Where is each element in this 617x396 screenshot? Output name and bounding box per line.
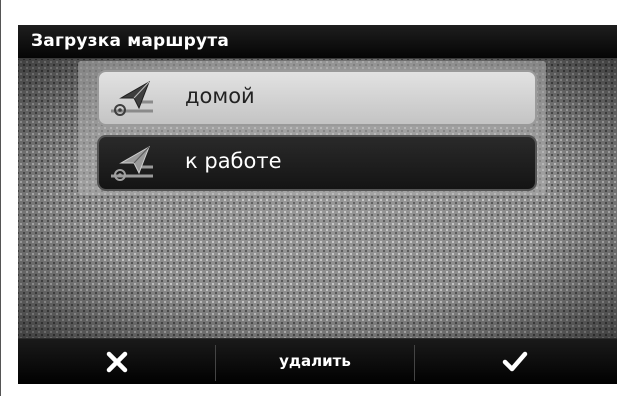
device-screen: Загрузка маршрута домой к работе удалить	[18, 25, 617, 384]
page-title: Загрузка маршрута	[31, 31, 230, 51]
checkmark-icon	[502, 351, 528, 372]
route-flag-icon	[111, 145, 153, 181]
route-item-work[interactable]: к работе	[97, 135, 537, 191]
route-item-label: к работе	[185, 149, 282, 173]
delete-button[interactable]: удалить	[216, 339, 414, 384]
title-bar: Загрузка маршрута	[18, 25, 617, 59]
route-item-home[interactable]: домой	[97, 70, 537, 126]
route-flag-icon	[111, 80, 153, 116]
route-item-label: домой	[185, 84, 255, 108]
page-edge-line	[0, 0, 1, 396]
route-list-area: домой к работе	[18, 59, 617, 338]
close-icon	[106, 351, 128, 373]
delete-button-label: удалить	[279, 352, 351, 370]
cancel-button[interactable]	[18, 339, 215, 384]
bottom-toolbar: удалить	[18, 338, 617, 384]
confirm-button[interactable]	[415, 339, 617, 384]
